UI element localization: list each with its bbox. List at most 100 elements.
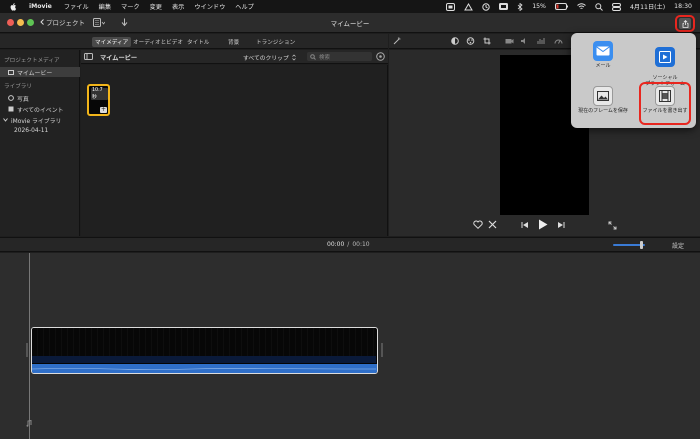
share-mail-button[interactable]: メール bbox=[578, 41, 628, 69]
current-time: 00:00 bbox=[327, 241, 345, 248]
clip-trim-handle-left[interactable] bbox=[26, 343, 28, 357]
share-button[interactable] bbox=[679, 18, 691, 29]
select-arrows-icon bbox=[292, 54, 296, 61]
menu-edit[interactable]: 編集 bbox=[99, 2, 111, 11]
sidebar-toggle-icon[interactable] bbox=[84, 53, 93, 60]
events-icon bbox=[8, 106, 14, 112]
window-toolbar: プロジェクト マイムービー bbox=[0, 13, 700, 33]
add-clip-button[interactable]: + bbox=[100, 107, 107, 113]
sidebar-item-library[interactable]: iMovie ライブラリ bbox=[0, 115, 80, 125]
menu-bar: iMovie ファイル 編集 マーク 変更 表示 ウインドウ ヘルプ 15% 4… bbox=[0, 0, 700, 13]
browser-settings-icon[interactable] bbox=[376, 52, 385, 61]
battery-icon[interactable] bbox=[554, 3, 568, 10]
social-platform-icon bbox=[655, 47, 675, 67]
tab-transitions[interactable]: トランジション bbox=[253, 37, 298, 47]
speed-icon[interactable] bbox=[554, 37, 563, 45]
share-item-label: 現在のフレームを保存 bbox=[578, 108, 628, 114]
timeline-settings-button[interactable]: 設定 bbox=[672, 241, 684, 250]
clip-filter-value: すべてのクリップ bbox=[243, 56, 289, 62]
clip-filter-select[interactable]: すべてのクリップ bbox=[243, 53, 296, 62]
sidebar-item-label: iMovie ライブラリ bbox=[11, 118, 62, 125]
volume-icon[interactable] bbox=[520, 37, 529, 45]
audio-track-icon bbox=[26, 420, 32, 427]
menu-help[interactable]: ヘルプ bbox=[235, 2, 254, 11]
skip-forward-icon[interactable] bbox=[557, 221, 565, 229]
status-square-icon[interactable] bbox=[446, 2, 456, 11]
fullscreen-icon[interactable] bbox=[608, 221, 617, 230]
sidebar-item-event-date[interactable]: 2026-04-11 bbox=[0, 126, 80, 136]
film-icon bbox=[8, 69, 14, 75]
save-frame-icon bbox=[593, 86, 613, 106]
timeline-header: 00:00 / 00:10 設定 bbox=[0, 237, 700, 252]
mail-icon bbox=[593, 41, 613, 61]
crop-icon[interactable] bbox=[483, 37, 491, 45]
menu-modify[interactable]: 変更 bbox=[150, 2, 162, 11]
share-item-label: メール bbox=[595, 63, 611, 69]
share-icon bbox=[682, 19, 689, 28]
tab-titles[interactable]: タイトル bbox=[184, 37, 212, 47]
zoom-slider[interactable] bbox=[613, 241, 645, 249]
time-machine-icon[interactable] bbox=[482, 2, 490, 11]
search-field[interactable]: 検索 bbox=[307, 52, 372, 61]
stabilization-icon[interactable] bbox=[505, 37, 514, 45]
menubar-time[interactable]: 18:30 bbox=[674, 3, 692, 10]
sidebar-item-label: 写真 bbox=[17, 96, 29, 103]
tab-my-media[interactable]: マイメディア bbox=[92, 37, 132, 47]
library-sidebar: プロジェクトメディア マイムービー ライブラリ 写真 すべてのイベント iMov… bbox=[0, 50, 80, 236]
window-title: マイムービー bbox=[330, 20, 370, 28]
sidebar-item-label: マイムービー bbox=[17, 70, 53, 77]
sidebar-item-photos[interactable]: 写真 bbox=[0, 93, 80, 103]
equalizer-icon[interactable] bbox=[537, 37, 546, 45]
sidebar-item-label: 2026-04-11 bbox=[14, 128, 49, 134]
playback-controls bbox=[389, 218, 700, 234]
wifi-icon[interactable] bbox=[577, 3, 586, 10]
zoom-slider-knob[interactable] bbox=[640, 241, 643, 249]
apple-icon[interactable] bbox=[10, 2, 17, 11]
share-social-button[interactable]: ソーシャル プラットフォーム bbox=[640, 41, 690, 87]
video-frames-strip bbox=[32, 328, 376, 363]
tab-audio-video[interactable]: オーディオとビデオ bbox=[130, 37, 186, 47]
keyboard-icon[interactable] bbox=[499, 3, 509, 10]
color-balance-icon[interactable] bbox=[451, 37, 459, 45]
menu-window[interactable]: ウインドウ bbox=[194, 2, 225, 11]
photos-icon bbox=[8, 95, 14, 101]
menu-file[interactable]: ファイル bbox=[64, 2, 89, 11]
favorite-heart-icon[interactable] bbox=[473, 220, 483, 229]
sidebar-item-label: すべてのイベント bbox=[17, 107, 64, 114]
browser-title: マイムービー bbox=[100, 55, 138, 62]
media-tabs-bar: マイメディア オーディオとビデオ タイトル 背景 トランジション bbox=[0, 34, 388, 49]
share-save-frame-button[interactable]: 現在のフレームを保存 bbox=[578, 86, 628, 114]
total-time: 00:10 bbox=[352, 241, 370, 248]
menu-app-name[interactable]: iMovie bbox=[29, 3, 52, 10]
section-project-media: プロジェクトメディア bbox=[4, 58, 60, 64]
timeline-video-clip[interactable] bbox=[31, 327, 378, 374]
menu-mark[interactable]: マーク bbox=[121, 2, 140, 11]
clip-trim-handle-right[interactable] bbox=[381, 343, 383, 357]
export-file-highlight bbox=[639, 82, 691, 125]
media-clip-thumbnail[interactable]: 10.7秒 + bbox=[87, 84, 110, 116]
browser-header: マイムービー すべてのクリップ 検索 bbox=[81, 50, 388, 64]
search-placeholder: 検索 bbox=[319, 54, 331, 61]
menu-view[interactable]: 表示 bbox=[172, 2, 184, 11]
magic-wand-icon[interactable] bbox=[393, 37, 401, 45]
search-icon bbox=[310, 53, 316, 60]
battery-percent: 15% bbox=[532, 3, 546, 10]
bluetooth-icon[interactable] bbox=[517, 2, 523, 11]
reject-icon[interactable] bbox=[488, 220, 497, 229]
playhead[interactable] bbox=[29, 253, 30, 439]
tab-backgrounds[interactable]: 背景 bbox=[225, 37, 242, 47]
audio-waveform bbox=[32, 364, 377, 373]
menubar-date[interactable]: 4月11日(土) bbox=[630, 2, 665, 11]
skip-back-icon[interactable] bbox=[521, 221, 529, 229]
section-libraries: ライブラリ bbox=[4, 84, 32, 90]
menu-extra-icon[interactable] bbox=[464, 2, 474, 11]
timeline bbox=[0, 253, 700, 439]
share-button-highlight bbox=[675, 15, 695, 32]
sidebar-item-my-movie[interactable]: マイムービー bbox=[0, 67, 80, 77]
timecode: 00:00 / 00:10 bbox=[327, 241, 370, 248]
play-button[interactable] bbox=[538, 219, 548, 230]
search-icon[interactable] bbox=[595, 2, 603, 11]
control-center-icon[interactable] bbox=[611, 2, 621, 11]
color-correction-icon[interactable] bbox=[466, 37, 475, 45]
sidebar-item-all-events[interactable]: すべてのイベント bbox=[0, 104, 80, 114]
